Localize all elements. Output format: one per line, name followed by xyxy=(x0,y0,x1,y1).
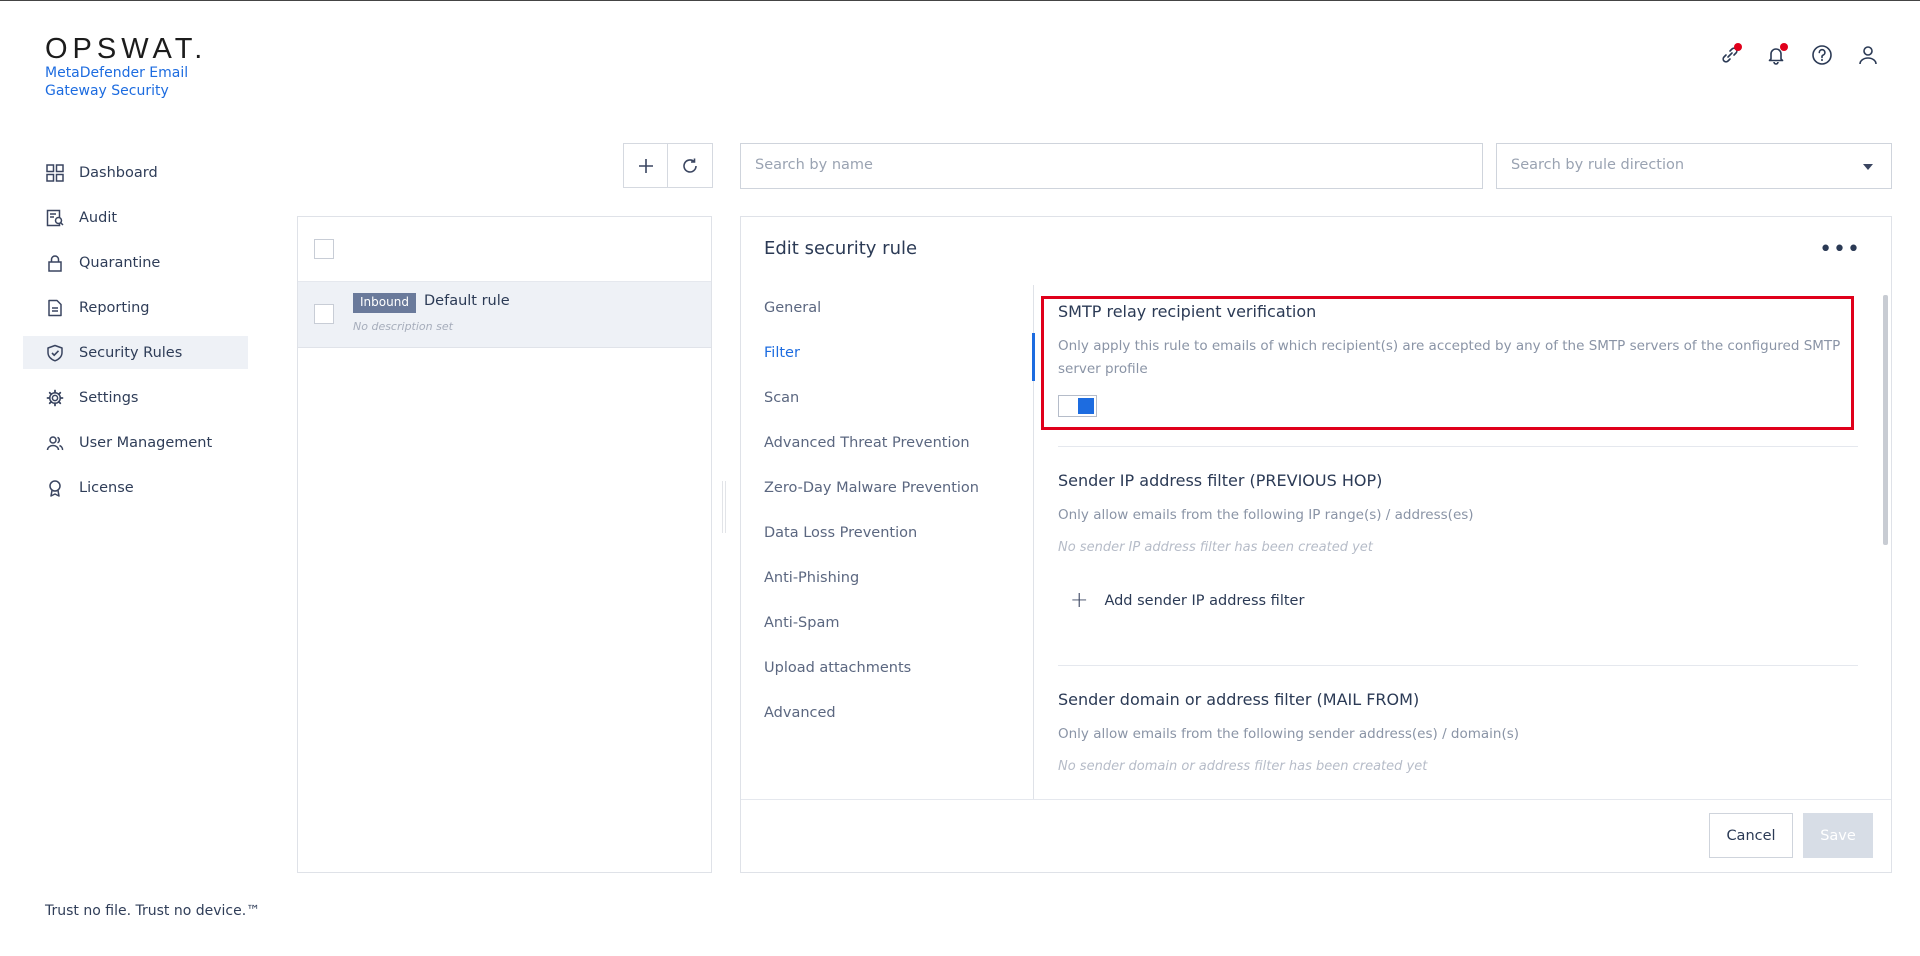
rule-tabs: General Filter Scan Advanced Threat Prev… xyxy=(741,285,1035,799)
rule-description: No description set xyxy=(353,320,453,333)
audit-icon xyxy=(45,208,65,228)
add-filter-label: Add sender IP address filter xyxy=(1104,592,1305,609)
add-sender-ip-filter-button[interactable]: + Add sender IP address filter xyxy=(1070,588,1858,613)
users-icon xyxy=(45,433,65,453)
save-button[interactable]: Save xyxy=(1803,813,1873,858)
filter-content: SMTP relay recipient verification Only a… xyxy=(1035,285,1881,799)
sidebar-item-label: License xyxy=(79,479,134,496)
sidebar-item-label: Reporting xyxy=(79,299,150,316)
tab-scan[interactable]: Scan xyxy=(741,375,1033,420)
section-title: Sender IP address filter (PREVIOUS HOP) xyxy=(1058,471,1383,490)
edit-security-rule-panel: Edit security rule ••• General Filter Sc… xyxy=(740,216,1892,873)
sidebar-item-label: Quarantine xyxy=(79,254,161,271)
tab-anti-spam[interactable]: Anti-Spam xyxy=(741,600,1033,645)
sidebar-item-label: Dashboard xyxy=(79,164,158,181)
refresh-button[interactable] xyxy=(668,143,713,188)
editor-actions: Cancel Save xyxy=(1709,813,1873,858)
select-all-checkbox[interactable] xyxy=(314,239,334,259)
integration-link-icon[interactable] xyxy=(1718,43,1742,67)
rule-direction-placeholder: Search by rule direction xyxy=(1511,157,1685,173)
toggle-knob xyxy=(1078,398,1094,414)
divider xyxy=(1058,665,1858,666)
direction-badge: Inbound xyxy=(353,293,416,313)
bell-icon[interactable] xyxy=(1764,43,1788,67)
list-toolbar xyxy=(623,143,713,188)
refresh-icon xyxy=(683,158,697,173)
plus-icon: + xyxy=(1070,588,1089,613)
grid-icon xyxy=(45,163,65,183)
tab-anti-phishing[interactable]: Anti-Phishing xyxy=(741,555,1033,600)
row-checkbox[interactable] xyxy=(314,304,334,324)
tab-general[interactable]: General xyxy=(741,285,1033,330)
tab-upload-attachments[interactable]: Upload attachments xyxy=(741,645,1033,690)
sidebar-item-label: Settings xyxy=(79,389,139,406)
sidebar-item-settings[interactable]: Settings xyxy=(23,381,248,414)
rule-name: Default rule xyxy=(424,293,510,309)
tab-data-loss-prevention[interactable]: Data Loss Prevention xyxy=(741,510,1033,555)
sidebar-item-label: User Management xyxy=(79,434,213,451)
sender-domain-section: Sender domain or address filter (MAIL FR… xyxy=(1058,690,1858,774)
tagline: Trust no file. Trust no device.™ xyxy=(45,903,261,919)
sidebar-item-dashboard[interactable]: Dashboard xyxy=(23,156,248,189)
sidebar-item-license[interactable]: License xyxy=(23,471,248,504)
panel-resize-handle[interactable] xyxy=(722,481,726,533)
empty-state: No sender domain or address filter has b… xyxy=(1058,759,1428,774)
rule-list: Inbound Default rule No description set xyxy=(297,216,712,873)
list-header xyxy=(298,217,711,282)
notification-dot xyxy=(1780,43,1788,51)
section-description: Only allow emails from the following sen… xyxy=(1058,726,1520,742)
smtp-verification-toggle[interactable] xyxy=(1058,395,1097,417)
more-options-icon[interactable]: ••• xyxy=(1819,239,1861,261)
sidebar-item-quarantine[interactable]: Quarantine xyxy=(23,246,248,279)
section-title: SMTP relay recipient verification xyxy=(1058,302,1317,321)
sidebar-item-security-rules[interactable]: Security Rules xyxy=(23,336,248,369)
shield-check-icon xyxy=(45,343,65,363)
footer-divider xyxy=(741,799,1891,800)
product-name: MetaDefender Email Gateway Security xyxy=(45,65,189,99)
smtp-relay-section: SMTP relay recipient verification Only a… xyxy=(1058,302,1858,417)
section-description: Only allow emails from the following IP … xyxy=(1058,507,1474,523)
table-row[interactable]: Inbound Default rule No description set xyxy=(298,282,711,348)
add-rule-button[interactable] xyxy=(623,143,668,188)
sidebar-nav: Dashboard Audit Quarantine Reporting Sec… xyxy=(23,156,248,516)
tab-advanced[interactable]: Advanced xyxy=(741,690,1033,735)
panel-title: Edit security rule xyxy=(764,238,918,259)
divider xyxy=(1058,446,1858,447)
user-profile-icon[interactable] xyxy=(1856,43,1880,67)
tab-advanced-threat-prevention[interactable]: Advanced Threat Prevention xyxy=(741,420,1033,465)
document-icon xyxy=(45,298,65,318)
section-description: Only apply this rule to emails of which … xyxy=(1058,338,1841,377)
rule-direction-select[interactable]: Search by rule direction xyxy=(1496,143,1892,189)
sidebar-item-label: Audit xyxy=(79,209,118,226)
sidebar-item-user-management[interactable]: User Management xyxy=(23,426,248,459)
header-actions xyxy=(1718,43,1880,67)
sidebar-item-audit[interactable]: Audit xyxy=(23,201,248,234)
section-title: Sender domain or address filter (MAIL FR… xyxy=(1058,690,1420,709)
award-icon xyxy=(45,478,65,498)
search-by-name-input[interactable]: Search by name xyxy=(740,143,1483,189)
plus-icon xyxy=(638,158,653,173)
opswat-logo: OPSWAT. xyxy=(45,33,208,65)
help-icon[interactable] xyxy=(1810,43,1834,67)
sidebar-item-reporting[interactable]: Reporting xyxy=(23,291,248,324)
scrollbar[interactable] xyxy=(1883,295,1888,545)
gear-icon xyxy=(45,388,65,408)
lock-icon xyxy=(45,253,65,273)
caret-down-icon xyxy=(1863,164,1873,170)
notification-dot xyxy=(1734,43,1742,51)
tab-zero-day-malware-prevention[interactable]: Zero-Day Malware Prevention xyxy=(741,465,1033,510)
sidebar-item-label: Security Rules xyxy=(79,344,183,361)
cancel-button[interactable]: Cancel xyxy=(1709,813,1793,858)
tab-filter[interactable]: Filter xyxy=(741,330,1035,381)
empty-state: No sender IP address filter has been cre… xyxy=(1058,540,1373,555)
sender-ip-section: Sender IP address filter (PREVIOUS HOP) … xyxy=(1058,471,1858,613)
